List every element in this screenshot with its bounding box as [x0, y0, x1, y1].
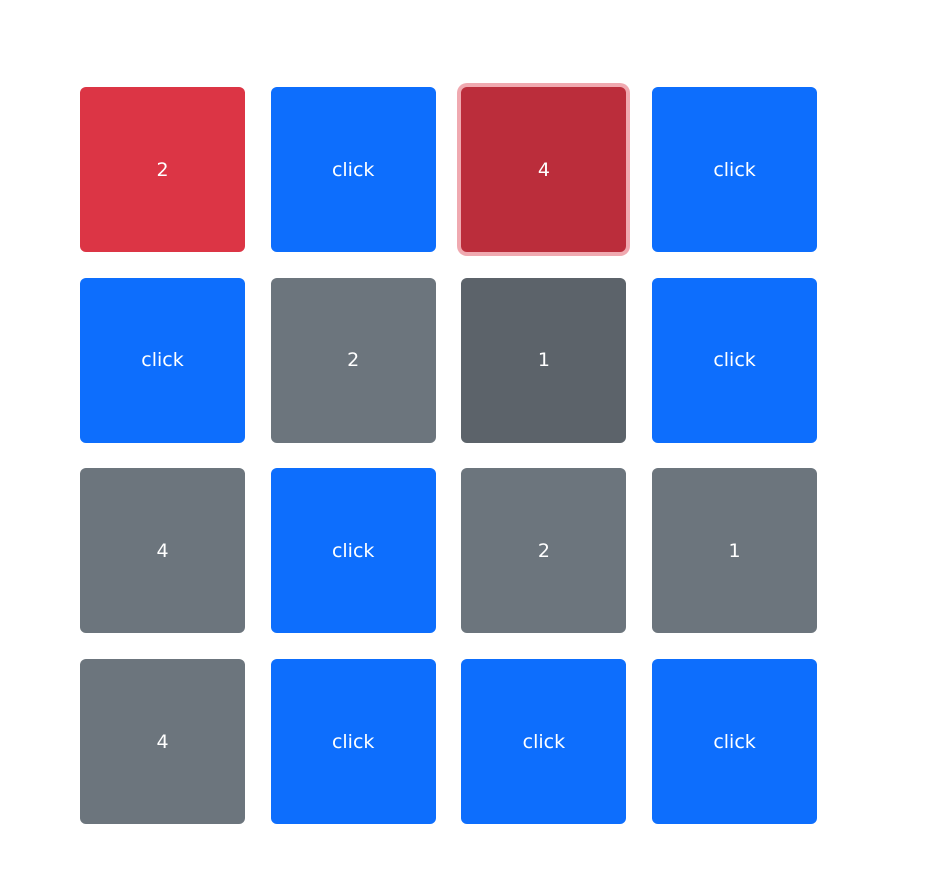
tile-r4-c4[interactable]: click [652, 659, 818, 825]
tile-r4-c2[interactable]: click [270, 659, 436, 825]
tile-r1-c2[interactable]: click [270, 87, 436, 252]
memory-game-board: 2 click 4 click click 2 1 click 4 click … [80, 87, 818, 825]
tile-r3-c1[interactable]: 4 [80, 468, 245, 634]
tile-r3-c3[interactable]: 2 [461, 468, 627, 634]
tile-r1-c3[interactable]: 4 [461, 87, 627, 252]
tile-r2-c4[interactable]: click [652, 277, 818, 443]
tile-r2-c1[interactable]: click [80, 277, 245, 443]
tile-r2-c2[interactable]: 2 [270, 277, 436, 443]
tile-r2-c3[interactable]: 1 [461, 277, 627, 443]
tile-r3-c4[interactable]: 1 [652, 468, 818, 634]
tile-r3-c2[interactable]: click [270, 468, 436, 634]
tile-r1-c4[interactable]: click [652, 87, 818, 252]
tile-r4-c3[interactable]: click [461, 659, 627, 825]
tile-r4-c1[interactable]: 4 [80, 659, 245, 825]
tile-r1-c1[interactable]: 2 [80, 87, 245, 252]
